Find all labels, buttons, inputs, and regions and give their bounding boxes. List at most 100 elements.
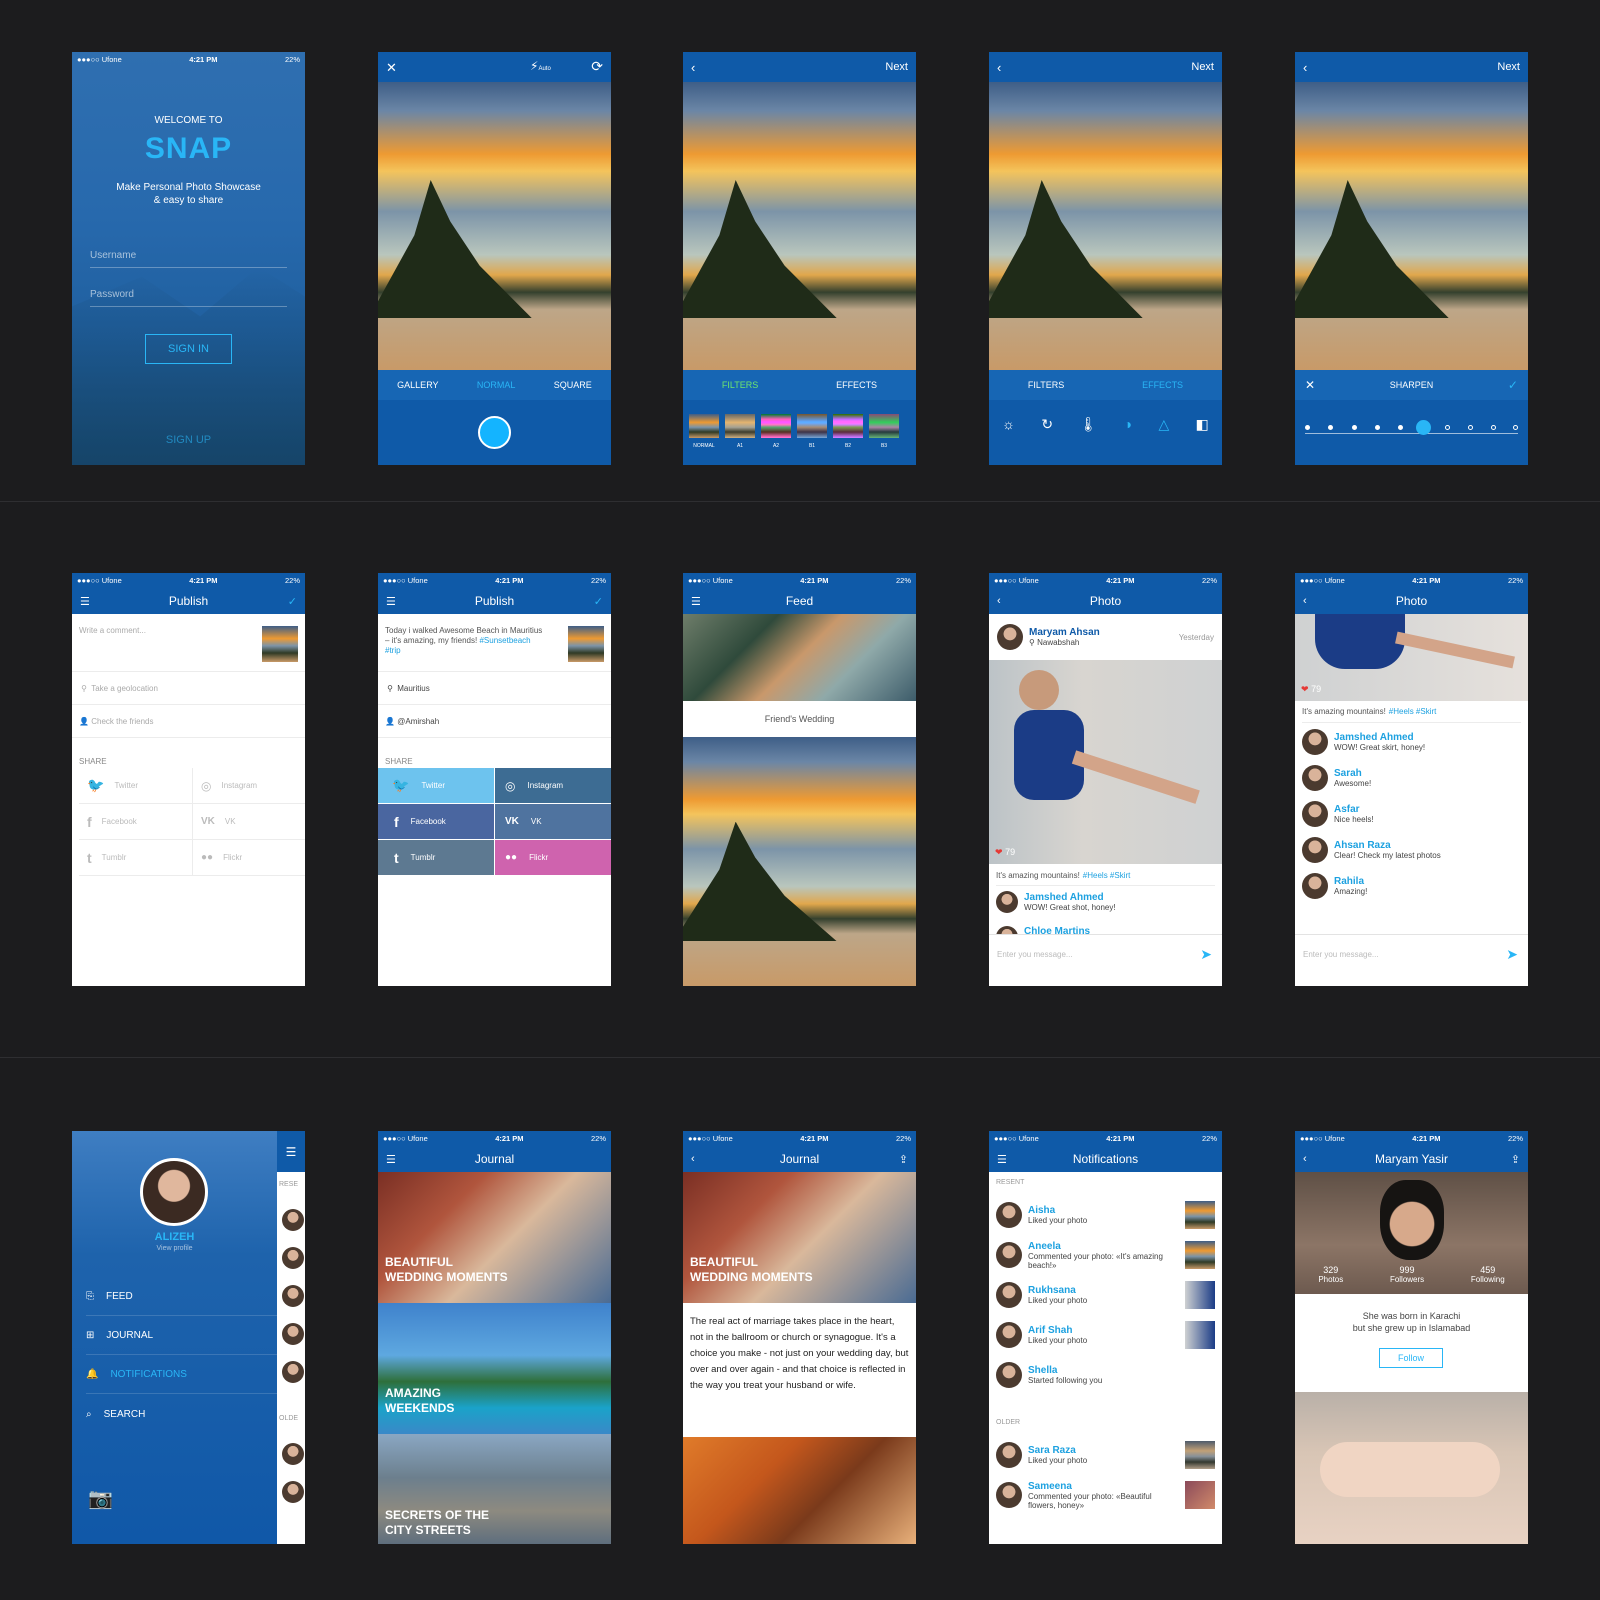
avatar[interactable] — [996, 1442, 1022, 1468]
sign-up-link[interactable]: SIGN UP — [72, 434, 305, 446]
tab-normal[interactable]: NORMAL — [477, 380, 516, 390]
menu-item-search[interactable]: ⌕ SEARCH — [86, 1395, 277, 1433]
password-field[interactable]: Password — [90, 289, 287, 307]
author-name[interactable]: Maryam Ahsan — [1029, 627, 1173, 638]
notifier-name[interactable]: Rukhsana — [1028, 1285, 1179, 1296]
share-facebook[interactable]: f Facebook — [79, 804, 192, 840]
feed-post-image-2[interactable] — [683, 737, 916, 986]
commenter-name[interactable]: Asfar — [1334, 804, 1374, 815]
avatar[interactable] — [996, 891, 1018, 913]
profile-avatar[interactable] — [140, 1158, 208, 1226]
filter-b2[interactable]: B2 — [833, 414, 863, 449]
photo-thumbnail[interactable] — [1185, 1481, 1215, 1509]
menu-item-feed[interactable]: ⎘ FEED — [86, 1278, 277, 1316]
share-tumblr[interactable]: t Tumblr — [378, 840, 494, 875]
menu-icon[interactable]: ☰ — [691, 588, 701, 614]
tab-filters[interactable]: FILTERS — [722, 380, 758, 390]
menu-toggle-icon[interactable]: ☰ — [277, 1131, 305, 1172]
commenter-name[interactable]: Chloe Martins — [1024, 926, 1090, 934]
slider-thumb[interactable] — [1416, 420, 1431, 435]
notifier-name[interactable]: Sara Raza — [1028, 1445, 1179, 1456]
commenter-name[interactable]: Ahsan Raza — [1334, 840, 1441, 851]
notifier-name[interactable]: Aisha — [1028, 1205, 1179, 1216]
notification-item[interactable]: Aneela Commented your photo: «It's amazin… — [996, 1239, 1215, 1271]
avatar[interactable] — [996, 1282, 1022, 1308]
photo-thumbnail[interactable] — [1185, 1321, 1215, 1349]
share-icon[interactable]: ⇪ — [899, 1146, 908, 1172]
commenter-name[interactable]: Jamshed Ahmed — [1334, 732, 1425, 743]
photo-thumbnail[interactable] — [1185, 1441, 1215, 1469]
cancel-icon[interactable]: ✕ — [1305, 378, 1315, 392]
filter-b3[interactable]: B3 — [869, 414, 899, 449]
commenter-name[interactable]: Jamshed Ahmed — [1024, 892, 1116, 903]
next-button[interactable]: Next — [1497, 61, 1520, 73]
back-icon[interactable]: ‹ — [1303, 1146, 1307, 1172]
avatar[interactable] — [1302, 873, 1328, 899]
brightness-icon[interactable]: ☼ — [1002, 416, 1015, 433]
avatar[interactable] — [996, 1322, 1022, 1348]
notification-item[interactable]: Aisha Liked your photo — [996, 1199, 1215, 1231]
message-input[interactable]: Enter you message... — [1303, 950, 1379, 959]
menu-item-journal[interactable]: ⊞ JOURNAL — [86, 1317, 277, 1355]
comment-input[interactable]: Today i walked Awesome Beach in Mauritiu… — [385, 626, 545, 656]
notification-item[interactable]: Rukhsana Liked your photo — [996, 1279, 1215, 1311]
share-flickr[interactable]: ●● Flickr — [495, 840, 611, 875]
journal-card[interactable]: SECRETS OF THE CITY STREETS — [378, 1434, 611, 1544]
send-icon[interactable]: ➤ — [1200, 946, 1212, 963]
sharpen-slider[interactable] — [1305, 419, 1518, 435]
menu-icon[interactable]: ☰ — [80, 588, 90, 614]
caption-tags[interactable]: #Heels #Skirt — [1389, 707, 1437, 716]
journal-card[interactable]: AMAZING WEEKENDS — [378, 1303, 611, 1434]
back-icon[interactable]: ‹ — [691, 1146, 695, 1172]
share-flickr[interactable]: ●● Flickr — [192, 840, 305, 876]
temperature-icon[interactable]: 🌡 — [1079, 416, 1097, 433]
avatar[interactable] — [1302, 765, 1328, 791]
photo-thumbnail[interactable] — [1185, 1281, 1215, 1309]
share-twitter[interactable]: 🐦 Twitter — [378, 768, 494, 803]
share-vk[interactable]: VK VK — [192, 804, 305, 840]
share-facebook[interactable]: f Facebook — [378, 804, 494, 839]
like-count[interactable]: ❤ 79 — [1301, 684, 1321, 695]
avatar[interactable] — [996, 1482, 1022, 1508]
journal-card[interactable]: BEAUTIFUL WEDDING MOMENTS — [378, 1172, 611, 1303]
avatar[interactable] — [997, 624, 1023, 650]
feed-post-image[interactable] — [683, 614, 916, 701]
notifier-name[interactable]: Shella — [1028, 1365, 1215, 1376]
comment-input[interactable]: Write a comment... — [79, 626, 146, 635]
friends-row[interactable]: 👤 @Amirshah — [378, 705, 611, 738]
avatar[interactable] — [996, 926, 1018, 934]
back-icon[interactable]: ‹ — [997, 60, 1001, 75]
next-button[interactable]: Next — [885, 61, 908, 73]
avatar[interactable] — [1302, 837, 1328, 863]
filter-a1[interactable]: A1 — [725, 414, 755, 449]
notification-item[interactable]: Sara Raza Liked your photo — [996, 1439, 1215, 1471]
friends-row[interactable]: 👤 Check the friends — [72, 705, 305, 738]
menu-item-notifications[interactable]: 🔔 NOTIFICATIONS — [86, 1356, 277, 1394]
filter-normal[interactable]: NORMAL — [689, 414, 719, 449]
geolocation-row[interactable]: ⚲ Mauritius — [378, 672, 611, 705]
send-icon[interactable]: ➤ — [1506, 946, 1518, 963]
sharpen-icon[interactable]: △ — [1158, 416, 1169, 433]
back-icon[interactable]: ‹ — [691, 60, 695, 75]
apply-check-icon[interactable]: ✓ — [1508, 378, 1518, 392]
share-instagram[interactable]: ◎ Instagram — [495, 768, 611, 803]
avatar[interactable] — [1302, 729, 1328, 755]
filter-a2[interactable]: A2 — [761, 414, 791, 449]
share-twitter[interactable]: 🐦 Twitter — [79, 768, 192, 804]
publish-check-icon[interactable]: ✓ — [594, 588, 603, 614]
message-input[interactable]: Enter you message... — [997, 950, 1073, 959]
back-icon[interactable]: ‹ — [997, 588, 1001, 614]
tab-effects[interactable]: EFFECTS — [836, 380, 877, 390]
filter-b1[interactable]: B1 — [797, 414, 827, 449]
next-button[interactable]: Next — [1191, 61, 1214, 73]
share-icon[interactable]: ⇪ — [1511, 1146, 1520, 1172]
rotate-icon[interactable]: ↻ — [1041, 416, 1053, 433]
vignette-icon[interactable]: ◧ — [1196, 416, 1209, 433]
notification-item[interactable]: Shella Started following you — [996, 1359, 1215, 1391]
profile-photo[interactable] — [1295, 1392, 1528, 1544]
share-tumblr[interactable]: t Tumblr — [79, 840, 192, 876]
tab-square[interactable]: SQUARE — [554, 380, 592, 390]
avatar[interactable] — [1302, 801, 1328, 827]
menu-icon[interactable]: ☰ — [386, 588, 396, 614]
stat-photos[interactable]: 329 Photos — [1318, 1265, 1343, 1284]
